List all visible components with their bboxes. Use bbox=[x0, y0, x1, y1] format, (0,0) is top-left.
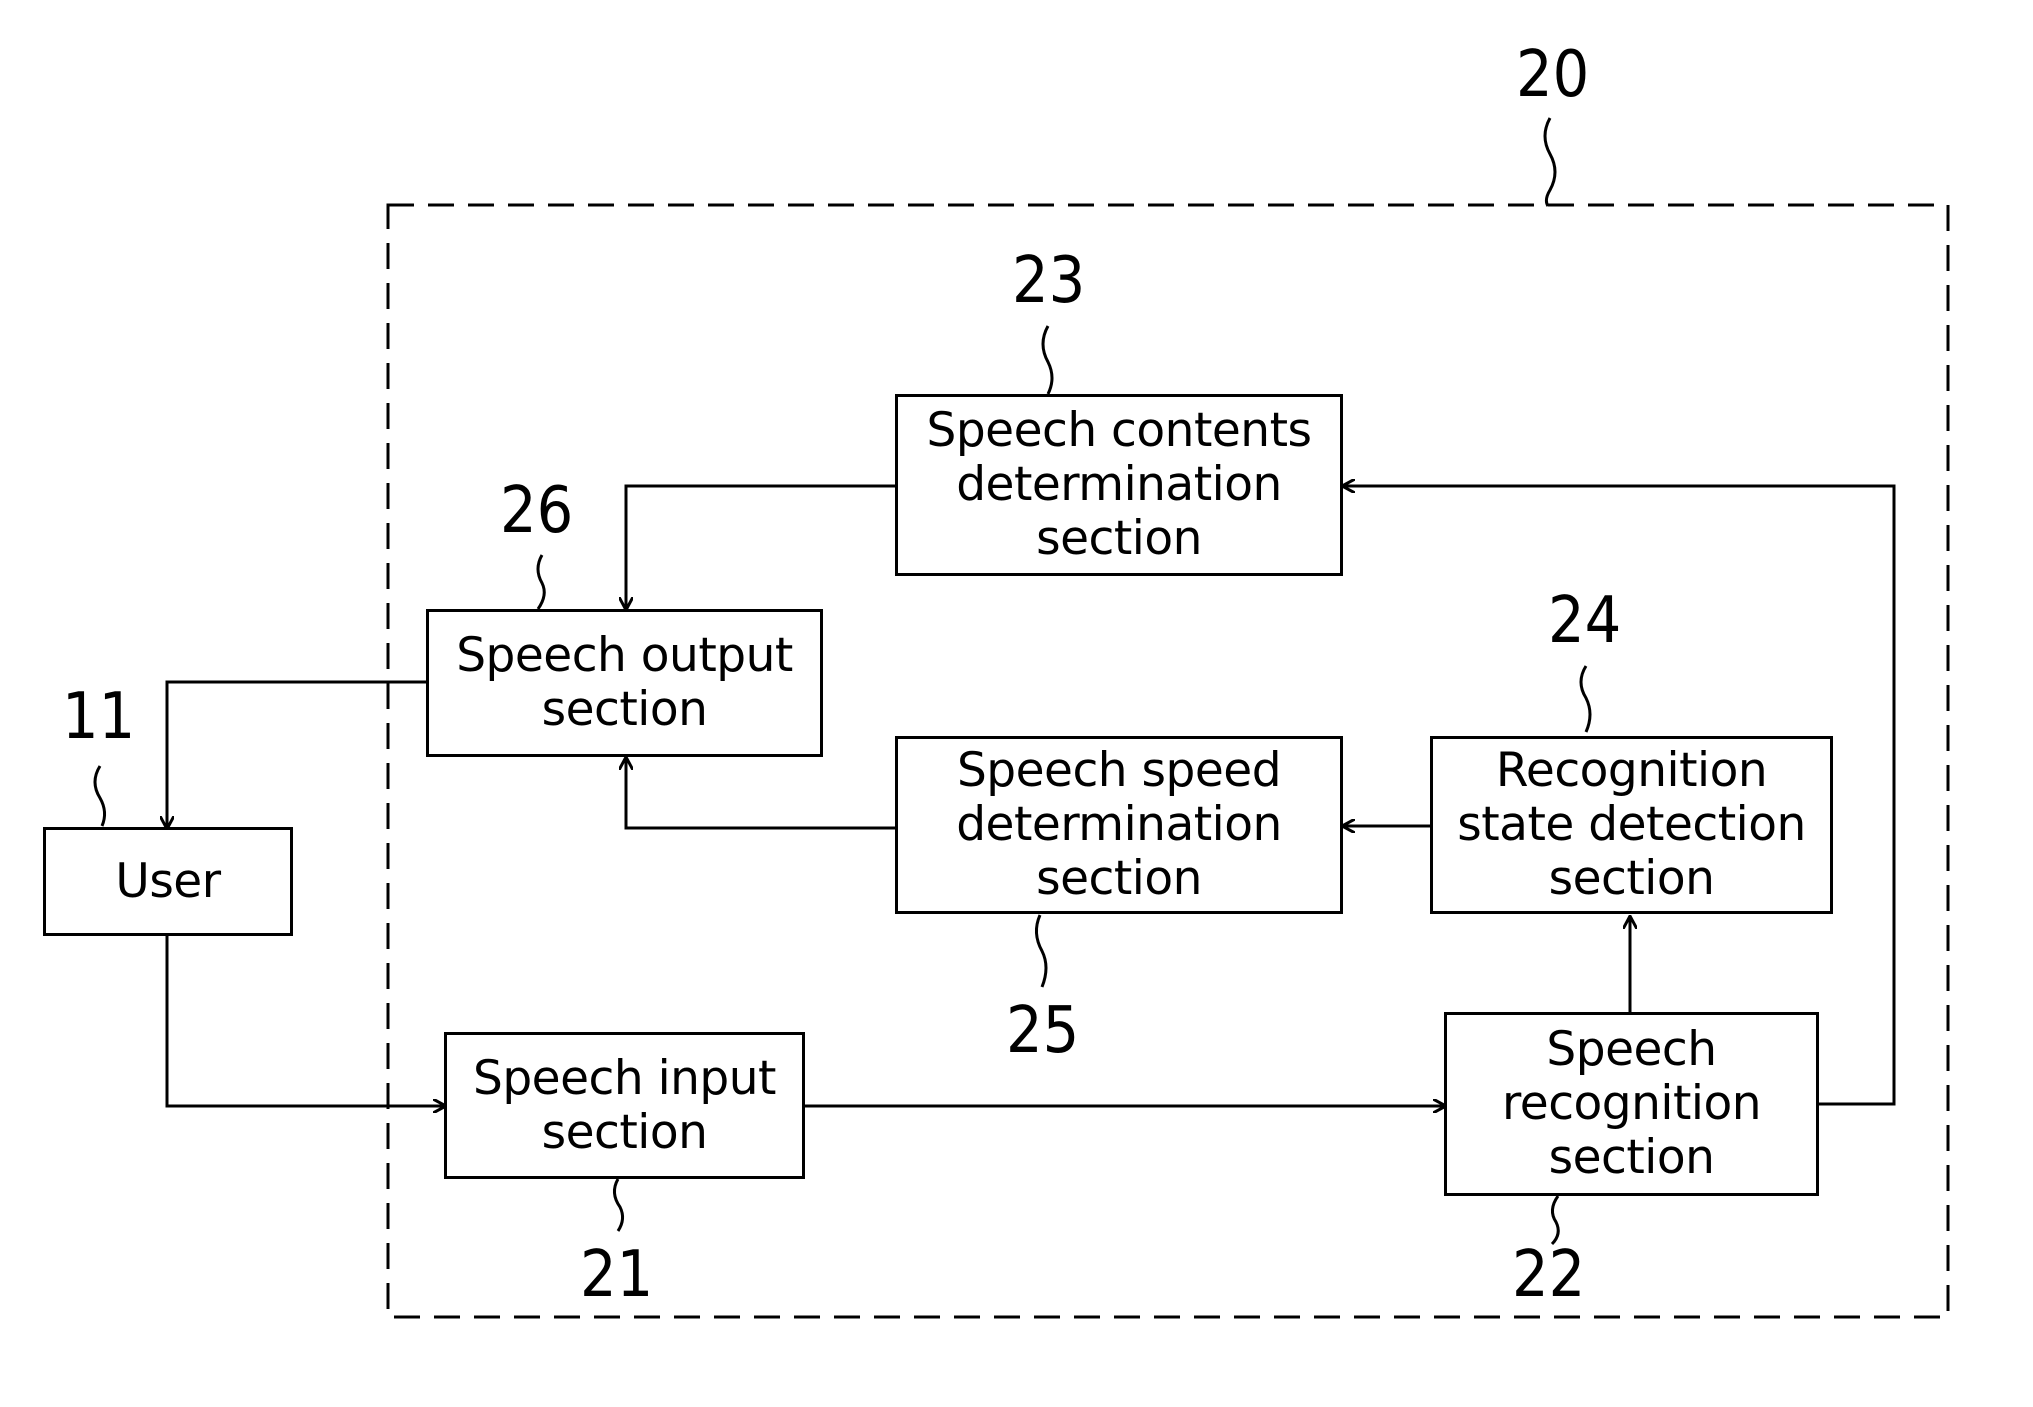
ref-11: 11 bbox=[62, 680, 136, 754]
node-label: Speech contents determination section bbox=[926, 403, 1312, 566]
node-label: User bbox=[115, 853, 221, 909]
leader-25 bbox=[1035, 914, 1048, 988]
ref-26: 26 bbox=[500, 474, 574, 548]
node-speech-contents-determination: Speech contents determination section bbox=[895, 394, 1343, 576]
node-speech-speed-determination: Speech speed determination section bbox=[895, 736, 1343, 914]
ref-25: 25 bbox=[1006, 994, 1080, 1068]
node-label: Speech recognition section bbox=[1501, 1022, 1762, 1185]
leader-23 bbox=[1041, 325, 1054, 395]
leader-22 bbox=[1550, 1195, 1560, 1246]
leader-20 bbox=[1543, 117, 1557, 207]
leader-24 bbox=[1579, 665, 1592, 733]
node-label: Recognition state detection section bbox=[1457, 743, 1806, 906]
node-user: User bbox=[43, 827, 293, 936]
node-recognition-state-detection: Recognition state detection section bbox=[1430, 736, 1833, 914]
ref-21: 21 bbox=[580, 1238, 654, 1312]
node-label: Speech output section bbox=[456, 628, 793, 737]
node-label: Speech speed determination section bbox=[956, 743, 1282, 906]
edge-contents-to-output bbox=[626, 484, 895, 610]
ref-20: 20 bbox=[1516, 38, 1590, 112]
node-speech-recognition: Speech recognition section bbox=[1444, 1012, 1819, 1196]
leader-21 bbox=[613, 1178, 625, 1232]
node-speech-input: Speech input section bbox=[444, 1032, 805, 1179]
ref-22: 22 bbox=[1512, 1238, 1586, 1312]
node-speech-output: Speech output section bbox=[426, 609, 823, 757]
ref-24: 24 bbox=[1548, 584, 1622, 658]
edge-user-to-input bbox=[165, 936, 446, 1106]
leader-11 bbox=[93, 765, 107, 827]
leader-26 bbox=[536, 554, 546, 610]
edge-speed-to-output bbox=[626, 757, 895, 830]
node-label: Speech input section bbox=[473, 1050, 776, 1160]
ref-23: 23 bbox=[1012, 244, 1086, 318]
